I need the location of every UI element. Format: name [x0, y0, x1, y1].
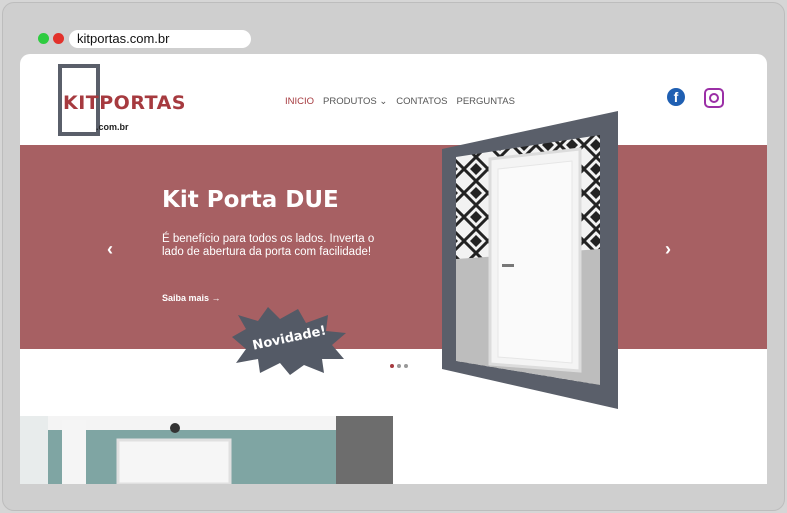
hero-title: Kit Porta DUE [162, 187, 339, 213]
instagram-icon[interactable] [704, 88, 724, 108]
window-dot-red[interactable] [53, 33, 64, 44]
facebook-icon[interactable]: f [667, 88, 685, 106]
webpage: KITPORTAS .com.br INICIO PRODUTOS ⌄ CONT… [20, 54, 767, 484]
door-image [442, 111, 618, 409]
address-bar[interactable]: kitportas.com.br [69, 30, 251, 48]
main-nav: INICIO PRODUTOS ⌄ CONTATOS PERGUNTAS [285, 96, 515, 107]
carousel-dot[interactable] [390, 364, 394, 368]
logo-domain: .com.br [96, 122, 129, 132]
saiba-mais-link[interactable]: Saiba mais → [162, 293, 221, 303]
hero-banner [20, 145, 767, 349]
hero-description: É benefício para todos os lados. Inverta… [162, 233, 375, 258]
nav-inicio[interactable]: INICIO [285, 96, 314, 107]
window-dot-green[interactable] [38, 33, 49, 44]
nav-produtos[interactable]: PRODUTOS ⌄ [323, 96, 387, 107]
nav-perguntas[interactable]: PERGUNTAS [457, 96, 515, 107]
room-image [20, 416, 393, 484]
logo[interactable]: KITPORTAS [63, 92, 186, 114]
carousel-next-icon[interactable]: › [665, 239, 671, 260]
nav-contatos[interactable]: CONTATOS [396, 96, 447, 107]
carousel-dot[interactable] [404, 364, 408, 368]
carousel-dots [390, 364, 408, 368]
carousel-dot[interactable] [397, 364, 401, 368]
carousel-prev-icon[interactable]: ‹ [107, 239, 113, 260]
